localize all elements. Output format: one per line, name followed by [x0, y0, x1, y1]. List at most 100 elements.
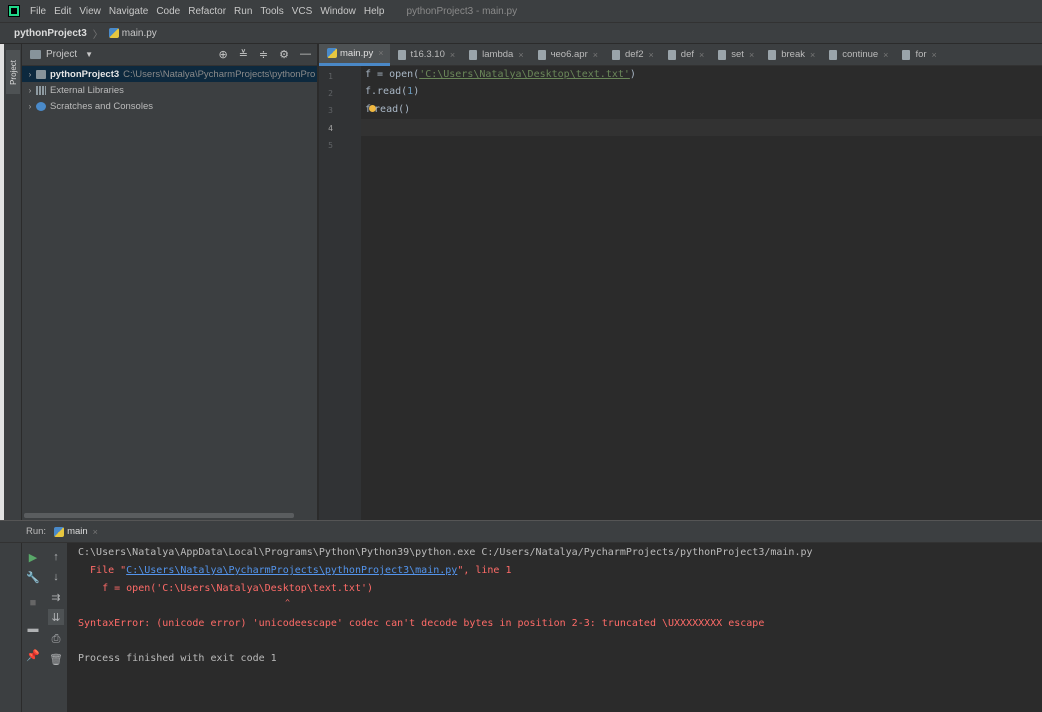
tab-label: for — [915, 49, 927, 60]
menu-tools[interactable]: Tools — [260, 6, 283, 17]
horizontal-scrollbar[interactable] — [24, 513, 294, 518]
menu-run[interactable]: Run — [234, 6, 252, 17]
menu-view[interactable]: View — [79, 6, 101, 17]
tab-break[interactable]: break × — [760, 44, 821, 66]
close-icon[interactable]: × — [932, 50, 937, 60]
pin-icon[interactable]: 📌 — [25, 647, 41, 663]
close-icon[interactable]: × — [593, 50, 598, 60]
soft-wrap-icon[interactable]: ⇉ — [48, 589, 64, 605]
file-icon — [768, 49, 777, 60]
tab-def[interactable]: def × — [660, 44, 710, 66]
tab-t16[interactable]: t16.3.10 × — [390, 44, 462, 66]
menu-vcs[interactable]: VCS — [292, 6, 313, 17]
close-icon[interactable]: × — [649, 50, 654, 60]
collapse-all-icon[interactable]: ≑ — [259, 48, 268, 61]
code-line: f read() — [365, 104, 410, 115]
chevron-right-icon[interactable]: › — [24, 86, 36, 95]
print-icon[interactable]: ⎙ — [48, 631, 64, 647]
close-icon[interactable]: × — [810, 50, 815, 60]
code-line: f.read(1) — [365, 86, 419, 97]
layout-icon[interactable]: ▬ — [25, 621, 41, 637]
tab-label: break — [781, 49, 805, 60]
close-icon[interactable]: × — [518, 50, 523, 60]
arrow-up-icon[interactable]: ↑ — [48, 549, 64, 565]
code-line: f = open('C:\Users\Natalya\Desktop\text.… — [365, 69, 636, 80]
library-icon — [36, 85, 46, 95]
tab-label: чео6.apr — [550, 49, 588, 60]
wrench-icon[interactable]: 🔧 — [25, 569, 41, 585]
chevron-down-icon[interactable]: ▼ — [85, 50, 93, 59]
code-editor[interactable]: f = open('C:\Users\Natalya\Desktop\text.… — [361, 66, 1042, 520]
close-icon[interactable]: × — [883, 50, 888, 60]
chevron-right-icon: 〉 — [92, 29, 103, 41]
expand-all-icon[interactable]: ≚ — [239, 48, 248, 61]
tab-set[interactable]: set × — [710, 44, 760, 66]
close-icon[interactable]: × — [749, 50, 754, 60]
project-tool-window-tab[interactable]: Project — [6, 50, 20, 94]
gear-icon[interactable]: ⚙ — [279, 48, 289, 61]
project-panel: Project ▼ ⊕ ≚ ≑ ⚙ — › pythonProject3 C:\… — [22, 44, 318, 520]
tab-label: continue — [842, 49, 879, 60]
breadcrumb-file[interactable]: main.py — [122, 28, 157, 39]
tab-for[interactable]: for × — [894, 44, 942, 66]
menu-window[interactable]: Window — [320, 6, 356, 17]
python-file-icon — [108, 28, 119, 38]
current-line-highlight — [361, 119, 1042, 136]
trash-icon[interactable]: 🗑 — [48, 651, 64, 667]
editor-gutter[interactable]: 1 2 3 4 5 — [319, 66, 361, 520]
project-view-selector[interactable]: Project — [46, 49, 77, 60]
console-output[interactable]: C:\Users\Natalya\AppData\Local\Programs\… — [78, 547, 1038, 707]
project-panel-header: Project ▼ ⊕ ≚ ≑ ⚙ — — [22, 44, 317, 66]
code-token: read() — [374, 104, 411, 115]
file-icon — [612, 49, 621, 60]
menu-file[interactable]: File — [30, 6, 46, 17]
close-icon[interactable]: × — [450, 50, 455, 60]
stop-icon[interactable]: ■ — [25, 595, 41, 611]
window-title: pythonProject3 - main.py — [406, 5, 518, 17]
tab-label: lambda — [482, 49, 514, 60]
run-toolbar-primary: ▶ 🔧 ■ ▬ 📌 — [22, 543, 44, 712]
menu-code[interactable]: Code — [156, 6, 180, 17]
tab-continue[interactable]: continue × — [821, 44, 894, 66]
close-icon[interactable]: × — [699, 50, 704, 60]
file-icon — [397, 49, 406, 60]
code-token: ) — [413, 86, 420, 97]
console-text: File " — [78, 565, 127, 576]
menu-edit[interactable]: Edit — [54, 6, 71, 17]
tab-label: main.py — [340, 47, 374, 59]
breadcrumb-project[interactable]: pythonProject3 — [14, 28, 87, 39]
traceback-file-link[interactable]: C:\Users\Natalya\PycharmProjects\pythonP… — [126, 565, 457, 576]
close-icon[interactable]: × — [378, 48, 383, 58]
tab-def2[interactable]: def2 × — [604, 44, 660, 66]
tree-item-scratches[interactable]: › Scratches and Consoles — [22, 98, 317, 114]
menu-help[interactable]: Help — [364, 6, 385, 17]
locate-file-icon[interactable]: ⊕ — [218, 48, 227, 61]
chevron-right-icon[interactable]: › — [24, 70, 36, 79]
tab-neob[interactable]: чео6.apr × — [530, 44, 604, 66]
menu-navigate[interactable]: Navigate — [109, 6, 148, 17]
chevron-right-icon[interactable]: › — [24, 102, 36, 111]
file-icon — [902, 49, 911, 60]
tree-item-label: Scratches and Consoles — [50, 100, 153, 112]
tab-label: def — [680, 49, 694, 60]
line-number: 3 — [328, 106, 333, 115]
hide-icon[interactable]: — — [300, 48, 311, 61]
run-tab-main[interactable]: main × — [54, 526, 98, 537]
line-number: 5 — [328, 141, 333, 150]
folder-icon — [36, 69, 46, 79]
tree-item-external-libraries[interactable]: › External Libraries — [22, 82, 317, 98]
scroll-to-end-icon[interactable]: ⇊ — [48, 609, 64, 625]
close-icon[interactable]: × — [93, 527, 98, 537]
menu-refactor[interactable]: Refactor — [188, 6, 226, 17]
tree-item-project-root[interactable]: › pythonProject3 C:\Users\Natalya\Pychar… — [22, 66, 317, 82]
pycharm-logo-icon — [8, 5, 20, 17]
arrow-down-icon[interactable]: ↓ — [48, 569, 64, 585]
console-error-message: SyntaxError: (unicode error) 'unicodeesc… — [78, 618, 765, 629]
run-tab-label: main — [67, 526, 88, 537]
code-token: f.read( — [365, 86, 408, 97]
tab-main-py[interactable]: main.py × — [319, 43, 390, 66]
rerun-icon[interactable]: ▶ — [25, 549, 41, 565]
tab-lambda[interactable]: lambda × — [461, 44, 529, 66]
tab-label: set — [731, 49, 744, 60]
run-panel-header: Run: main × — [0, 521, 1042, 543]
